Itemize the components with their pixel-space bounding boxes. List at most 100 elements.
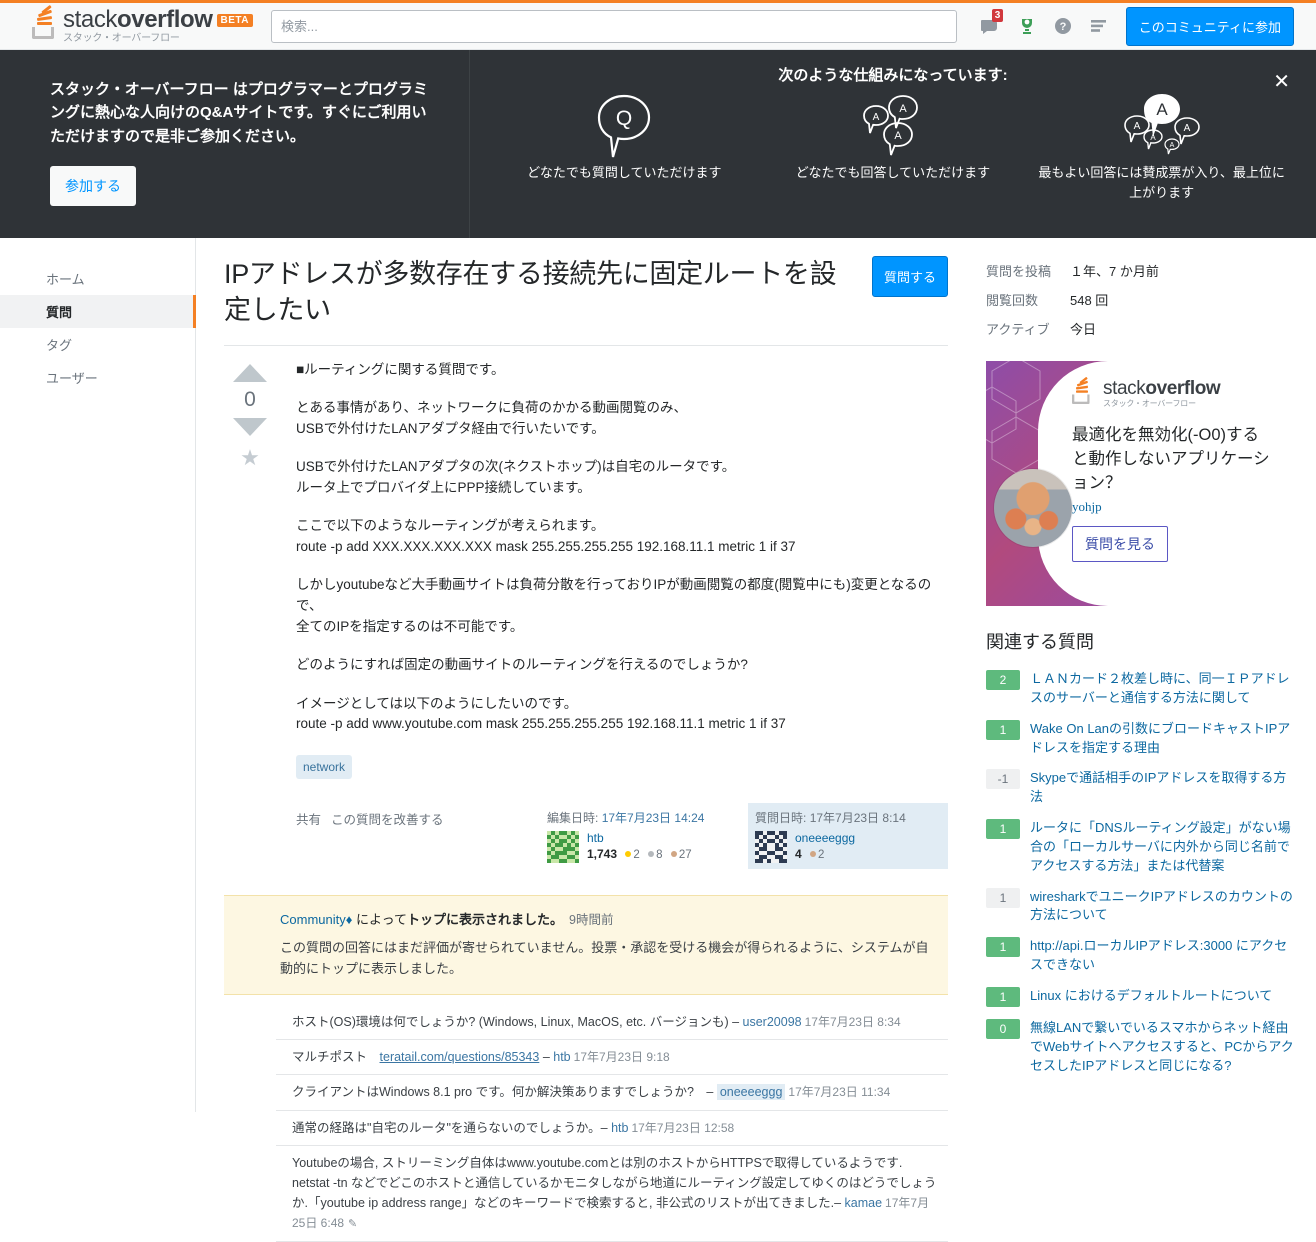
avatar[interactable] — [755, 830, 787, 863]
hero-card-answer: A A A どなたでも回答していただけます — [768, 91, 1018, 202]
hero-card-caption: 最もよい回答には賛成票が入り、最上位に上がります — [1038, 165, 1285, 200]
comment-author[interactable]: kamae — [845, 1196, 883, 1210]
search-input[interactable] — [271, 9, 957, 43]
help-icon[interactable]: ? — [1054, 17, 1072, 35]
comment-author[interactable]: htb — [553, 1050, 570, 1064]
sidebar-item-users[interactable]: ユーザー — [0, 361, 195, 394]
related-score: 1 — [986, 819, 1020, 840]
related-question-item[interactable]: 2 ＬＡＮカード２枚差し時に、同一ＩＰアドレスのサーバーと通信する方法に関して — [986, 664, 1296, 714]
comment-text: 通常の経路は"自宅のルータ"を通らないのでしょうか。– — [292, 1120, 612, 1135]
related-question-link[interactable]: Wake On Lanの引数にブロードキャストIPアドレスを指定する理由 — [1030, 720, 1296, 758]
svg-text:A: A — [1156, 100, 1168, 119]
related-question-item[interactable]: 0 無線LANで繋いでいるスマホからネット経由でWebサイトへアクセスすると、P… — [986, 1013, 1296, 1082]
comment-item: マルチポスト teratail.com/questions/85343 – ht… — [276, 1040, 948, 1076]
related-question-item[interactable]: 1 Linux におけるデフォルトルートについて — [986, 981, 1296, 1013]
edit-time-label: 編集日時: — [547, 810, 599, 825]
related-question-link[interactable]: http://api.ローカルIPアドレス:3000 にアクセスできない — [1030, 937, 1296, 975]
related-question-link[interactable]: wiresharkでユニークIPアドレスのカウントの方法について — [1030, 888, 1296, 926]
ad-logo-subtitle: スタック・オーバーフロー — [1103, 399, 1196, 408]
comment-author[interactable]: htb — [611, 1121, 628, 1135]
inbox-icon[interactable]: 3 — [980, 9, 1004, 35]
inbox-badge-count: 3 — [991, 9, 1004, 22]
svg-text:A: A — [1133, 121, 1140, 132]
comment-text: ホスト(OS)環境は何でしょうか? (Windows, Linux, MacOS… — [292, 1014, 743, 1029]
downvote-icon[interactable] — [233, 417, 267, 436]
svg-text:A: A — [1183, 123, 1190, 134]
beta-badge: BETA — [216, 14, 253, 27]
logo-word-overflow: overflow — [117, 6, 213, 33]
editor-username[interactable]: htb — [587, 831, 692, 845]
ad-question-author[interactable]: yohjp — [1072, 499, 1272, 515]
notice-bold: トップに表示されました。 — [406, 911, 563, 927]
stat-key: 閲覧回数 — [986, 293, 1039, 308]
improve-question-link[interactable]: この質問を改善する — [331, 813, 444, 827]
owner-bronze-badges: 2 — [810, 849, 824, 861]
hero-join-button[interactable]: 参加する — [50, 165, 136, 206]
ad-thumbnail-image — [994, 469, 1072, 547]
ad-logo-stack: stack — [1103, 378, 1146, 399]
comment-link[interactable]: teratail.com/questions/85343 — [380, 1050, 540, 1064]
related-score: -1 — [986, 769, 1020, 790]
trophy-icon[interactable] — [1018, 17, 1036, 35]
related-question-item[interactable]: 1 wiresharkでユニークIPアドレスのカウントの方法について — [986, 882, 1296, 932]
comment-author[interactable]: user20098 — [743, 1015, 802, 1029]
sidebar-item-tags[interactable]: タグ — [0, 328, 195, 361]
question-paragraph: ここで以下のようなルーティングが考えられます。 route -p add XXX… — [296, 518, 796, 554]
question-stats: 質問を投稿 １年、7 か月前 閲覧回数 548 回 アクティブ 今日 — [986, 256, 1296, 343]
top-answer-bubbles-icon: A A A A A — [1037, 91, 1287, 163]
view-question-button[interactable]: 質問を見る — [1072, 525, 1168, 562]
stat-row: 質問を投稿 １年、7 か月前 — [986, 256, 1296, 285]
list-icon[interactable] — [1090, 18, 1108, 34]
stat-key: 質問を投稿 — [986, 264, 1052, 279]
share-link[interactable]: 共有 — [296, 813, 321, 827]
editor-gold-badges: 2 — [625, 849, 640, 861]
related-question-item[interactable]: 1 Wake On Lanの引数にブロードキャストIPアドレスを指定する理由 — [986, 714, 1296, 764]
ad-question-title[interactable]: 最適化を無効化(-O0)すると動作しないアプリケーション？ — [1072, 424, 1272, 496]
hero-intro-text: スタック・オーバーフロー はプログラマーとプログラミングに熱心な人向けのQ&Aサ… — [50, 81, 428, 145]
site-logo[interactable]: stackoverflow BETA スタック・オーバーフロー — [32, 4, 253, 44]
question-paragraph: USBで外付けたLANアダプタの次(ネクストホップ)は自宅のルータです。 ルータ… — [296, 459, 736, 495]
join-community-button[interactable]: このコミュニティに参加 — [1125, 6, 1294, 46]
svg-text:?: ? — [1059, 21, 1066, 33]
related-question-link[interactable]: Skypeで通話相手のIPアドレスを取得する方法 — [1030, 769, 1296, 807]
editor-bronze-badges: 27 — [670, 849, 692, 861]
post-actions: 共有 この質問を改善する — [296, 803, 454, 828]
owner-username[interactable]: oneeeeggg — [795, 831, 855, 845]
related-question-link[interactable]: ルータに「DNSルーティング設定」がない場合の「ローカルサーバに内外から同じ名前… — [1030, 819, 1296, 876]
avatar[interactable] — [547, 830, 579, 863]
owner-reputation: 4 — [795, 846, 802, 861]
related-question-link[interactable]: Linux におけるデフォルトルートについて — [1030, 987, 1272, 1006]
community-user-link[interactable]: Community♦ — [280, 912, 352, 927]
comment-author[interactable]: oneeeeggg — [716, 1084, 786, 1101]
notice-age: 9時間前 — [569, 912, 614, 927]
edit-pencil-icon[interactable]: ✎ — [348, 1218, 357, 1230]
sidebar-item-home[interactable]: ホーム — [0, 262, 195, 295]
vote-count: 0 — [244, 387, 256, 411]
question-paragraph: イメージとしては以下のようにしたいのです。 route -p add www.y… — [296, 695, 786, 732]
left-sidebar: ホーム 質問 タグ ユーザー — [0, 238, 196, 1112]
related-question-item[interactable]: -1 Skypeで通話相手のIPアドレスを取得する方法 — [986, 763, 1296, 813]
upvote-icon[interactable] — [233, 363, 267, 382]
hero-card-caption: どなたでも質問していただけます — [527, 165, 722, 180]
page-title: IPアドレスが多数存在する接続先に固定ルートを設定したい — [224, 259, 837, 326]
related-question-link[interactable]: ＬＡＮカード２枚差し時に、同一ＩＰアドレスのサーバーと通信する方法に関して — [1030, 670, 1296, 708]
comment-list: ホスト(OS)環境は何でしょうか? (Windows, Linux, MacOS… — [224, 1005, 948, 1242]
question-main: IPアドレスが多数存在する接続先に固定ルートを設定したい 質問する 0 ★ ■ル… — [196, 238, 976, 1242]
stat-value: １年、7 か月前 — [1070, 264, 1159, 279]
stat-key: アクティブ — [986, 322, 1050, 337]
sidebar-item-questions[interactable]: 質問 — [0, 295, 196, 328]
header-actions: 3 ? このコミュニティに参加 — [980, 6, 1302, 46]
related-question-item[interactable]: 1 http://api.ローカルIPアドレス:3000 にアクセスできない — [986, 931, 1296, 981]
related-question-link[interactable]: 無線LANで繋いでいるスマホからネット経由でWebサイトへアクセスすると、PCか… — [1030, 1019, 1296, 1076]
question-paragraph: とある事情があり、ネットワークに負荷のかかる動画閲覧のみ、 USBで外付けたLA… — [296, 400, 687, 436]
favorite-star-icon[interactable]: ★ — [224, 445, 276, 471]
comment-item: Youtubeの場合, ストリーミング自体はwww.youtube.comとは別… — [276, 1146, 948, 1242]
related-question-item[interactable]: 1 ルータに「DNSルーティング設定」がない場合の「ローカルサーバに内外から同じ… — [986, 813, 1296, 882]
notice-body: この質問の回答にはまだ評価が寄せられていません。投票・承認を受ける機会が得られる… — [280, 940, 929, 977]
svg-text:A: A — [1169, 142, 1174, 149]
promoted-question-card[interactable]: stackoverflow スタック・オーバーフロー 最適化を無効化(-O0)す… — [986, 361, 1286, 606]
tag-network[interactable]: network — [296, 754, 353, 779]
close-icon[interactable]: ✕ — [1273, 72, 1290, 92]
ask-question-button[interactable]: 質問する — [871, 256, 948, 297]
edit-time-value[interactable]: 17年7月23日 14:24 — [602, 811, 705, 825]
